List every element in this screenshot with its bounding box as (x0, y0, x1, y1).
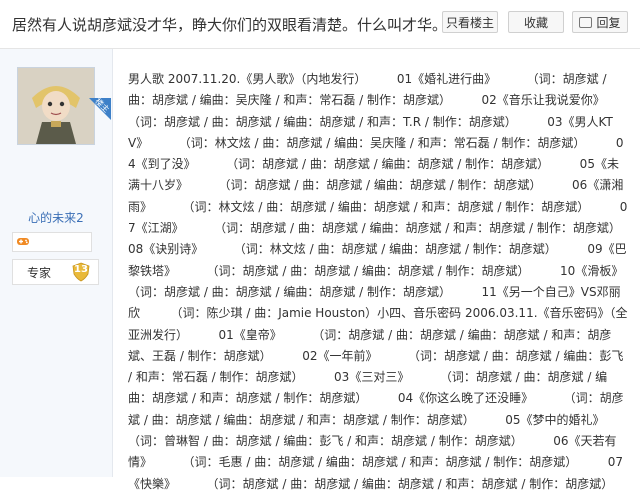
reply-icon (579, 17, 593, 28)
level-badge: 13 (71, 262, 91, 282)
post-title: 居然有人说胡彦斌没才华，睁大你们的双眼看清楚。什么叫才华。 (12, 16, 448, 34)
author-username[interactable]: 心的未来2 (0, 209, 112, 226)
level-name: 专家 (27, 266, 52, 280)
reply-button-label: 回复 (596, 16, 621, 30)
author-sidebar: 楼主 心的未来2 专家 13 (0, 49, 113, 477)
author-badges (12, 232, 92, 252)
author-level: 专家 13 (12, 259, 99, 285)
post-header: 居然有人说胡彦斌没才华，睁大你们的双眼看清楚。什么叫才华。 只看楼主 收藏 回复 (0, 0, 640, 49)
avatar-image (18, 68, 94, 144)
level-number: 13 (74, 264, 88, 275)
avatar[interactable] (17, 67, 95, 145)
reply-button[interactable]: 回复 (572, 11, 628, 33)
favorite-button[interactable]: 收藏 (508, 11, 564, 33)
only-op-button[interactable]: 只看楼主 (442, 11, 498, 33)
post-content: 男人歌 2007.11.20.《男人歌》（内地发行） 01《婚礼进行曲》 （词：… (128, 72, 628, 491)
game-controller-icon[interactable] (16, 236, 30, 247)
op-badge: 楼主 (89, 98, 111, 120)
